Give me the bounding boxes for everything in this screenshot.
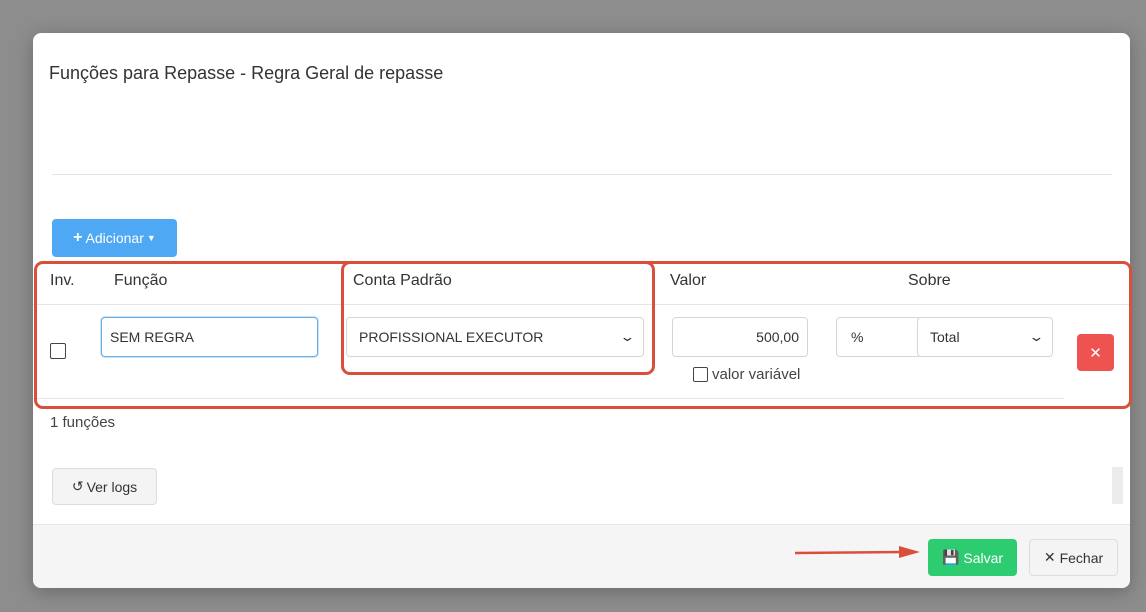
divider xyxy=(52,174,1112,175)
save-icon: 💾 xyxy=(941,549,960,565)
view-logs-button[interactable]: ↺ Ver logs xyxy=(52,468,157,505)
conta-padrao-highlight-annotation xyxy=(341,261,655,375)
functions-count: 1 funções xyxy=(50,414,116,431)
add-button[interactable]: + Adicionar ▼ xyxy=(52,219,177,257)
close-label: Fechar xyxy=(1059,549,1104,566)
scrollbar[interactable] xyxy=(1112,467,1123,504)
close-button[interactable]: ✕ Fechar xyxy=(1029,539,1118,576)
chevron-down-icon: ▼ xyxy=(146,233,156,243)
modal-title: Funções para Repasse - Regra Geral de re… xyxy=(49,63,444,83)
save-button[interactable]: 💾 Salvar xyxy=(928,539,1017,576)
add-button-label: Adicionar xyxy=(85,230,144,246)
plus-icon: + xyxy=(73,229,83,246)
save-arrow-annotation xyxy=(795,546,920,558)
view-logs-label: Ver logs xyxy=(86,478,138,495)
history-icon: ↺ xyxy=(71,478,84,494)
modal-footer: 💾 Salvar ✕ Fechar xyxy=(33,524,1130,588)
close-icon: ✕ xyxy=(1043,549,1056,565)
save-label: Salvar xyxy=(963,549,1004,566)
